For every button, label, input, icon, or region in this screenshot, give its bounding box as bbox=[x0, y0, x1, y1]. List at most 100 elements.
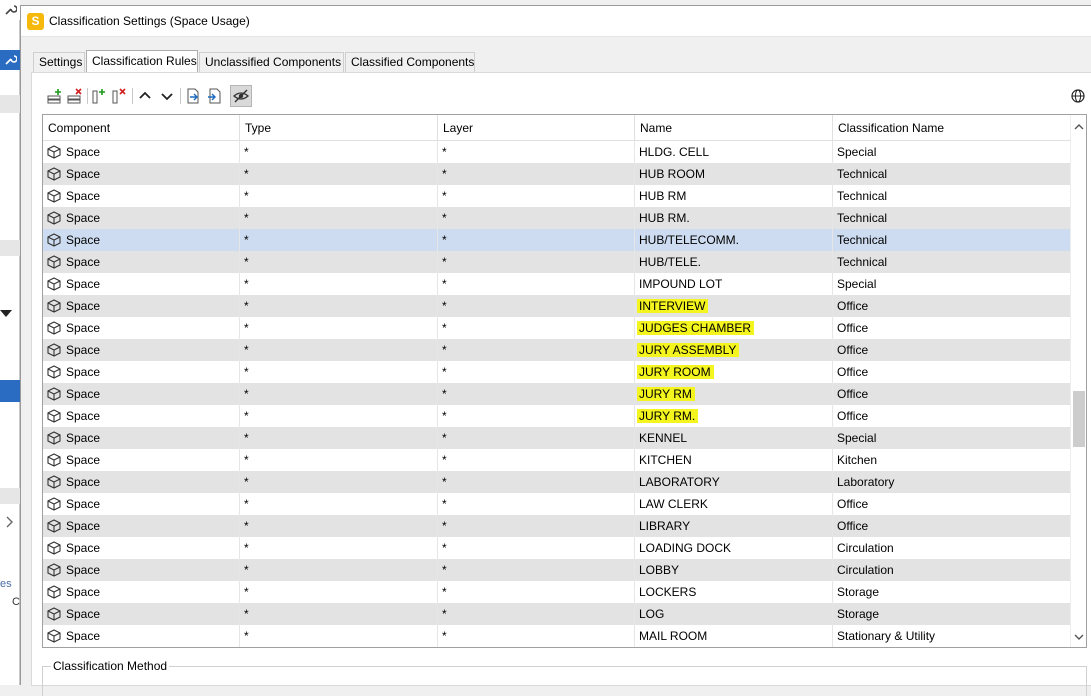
export-icon[interactable] bbox=[184, 87, 202, 105]
table-row[interactable]: Space * * LOCKERS Storage bbox=[43, 581, 1071, 603]
table-row[interactable]: Space * * HUB RM. Technical bbox=[43, 207, 1071, 229]
table-row[interactable]: Space * * LABORATORY Laboratory bbox=[43, 471, 1071, 493]
cell-name[interactable]: HUB RM. bbox=[635, 207, 833, 229]
cell-name[interactable]: JURY RM. bbox=[635, 405, 833, 427]
cell-name[interactable]: HUB RM bbox=[635, 185, 833, 207]
cell-name[interactable]: JURY ROOM bbox=[635, 361, 833, 383]
cell-name[interactable]: LOBBY bbox=[635, 559, 833, 581]
cell-classification-name[interactable]: Circulation bbox=[833, 559, 1071, 581]
cell-name[interactable]: INTERVIEW bbox=[635, 295, 833, 317]
cell-name[interactable]: JURY ASSEMBLY bbox=[635, 339, 833, 361]
cell-name[interactable]: JUDGES CHAMBER bbox=[635, 317, 833, 339]
move-down-icon[interactable] bbox=[158, 87, 176, 105]
cell-type[interactable]: * bbox=[240, 185, 438, 207]
table-row[interactable]: Space * * HUB/TELE. Technical bbox=[43, 251, 1071, 273]
cell-layer[interactable]: * bbox=[438, 229, 635, 251]
cell-classification-name[interactable]: Technical bbox=[833, 229, 1071, 251]
table-row[interactable]: Space * * LOBBY Circulation bbox=[43, 559, 1071, 581]
cell-classification-name[interactable]: Stationary & Utility bbox=[833, 625, 1071, 647]
cell-name[interactable]: LAW CLERK bbox=[635, 493, 833, 515]
cell-name[interactable]: MAIL ROOM bbox=[635, 625, 833, 647]
cell-name[interactable]: HUB/TELE. bbox=[635, 251, 833, 273]
table-row[interactable]: Space * * HUB/TELECOMM. Technical bbox=[43, 229, 1071, 251]
cell-type[interactable]: * bbox=[240, 361, 438, 383]
cell-component[interactable]: Space bbox=[43, 559, 240, 581]
table-row[interactable]: Space * * LOADING DOCK Circulation bbox=[43, 537, 1071, 559]
cell-layer[interactable]: * bbox=[438, 295, 635, 317]
table-row[interactable]: Space * * MAIL ROOM Stationary & Utility bbox=[43, 625, 1071, 647]
column-header-layer[interactable]: Layer bbox=[438, 115, 635, 141]
table-row[interactable]: Space * * HUB RM Technical bbox=[43, 185, 1071, 207]
cell-layer[interactable]: * bbox=[438, 603, 635, 625]
cell-layer[interactable]: * bbox=[438, 185, 635, 207]
column-header-classification-name[interactable]: Classification Name bbox=[833, 115, 1071, 141]
cell-type[interactable]: * bbox=[240, 581, 438, 603]
import-icon[interactable] bbox=[206, 87, 224, 105]
cell-layer[interactable]: * bbox=[438, 361, 635, 383]
cell-classification-name[interactable]: Office bbox=[833, 317, 1071, 339]
cell-type[interactable]: * bbox=[240, 405, 438, 427]
cell-type[interactable]: * bbox=[240, 317, 438, 339]
cell-classification-name[interactable]: Office bbox=[833, 339, 1071, 361]
cell-type[interactable]: * bbox=[240, 383, 438, 405]
cell-name[interactable]: KENNEL bbox=[635, 427, 833, 449]
cell-type[interactable]: * bbox=[240, 559, 438, 581]
cell-name[interactable]: HUB ROOM bbox=[635, 163, 833, 185]
column-header-type[interactable]: Type bbox=[240, 115, 438, 141]
cell-name[interactable]: KITCHEN bbox=[635, 449, 833, 471]
cell-component[interactable]: Space bbox=[43, 185, 240, 207]
tab-classification-rules[interactable]: Classification Rules bbox=[86, 50, 198, 73]
cell-name[interactable]: JURY RM bbox=[635, 383, 833, 405]
table-row[interactable]: Space * * KITCHEN Kitchen bbox=[43, 449, 1071, 471]
cell-name[interactable]: LABORATORY bbox=[635, 471, 833, 493]
cell-name[interactable]: LOG bbox=[635, 603, 833, 625]
table-row[interactable]: Space * * JURY RM. Office bbox=[43, 405, 1071, 427]
cell-type[interactable]: * bbox=[240, 339, 438, 361]
cell-layer[interactable]: * bbox=[438, 339, 635, 361]
cell-layer[interactable]: * bbox=[438, 427, 635, 449]
cell-component[interactable]: Space bbox=[43, 141, 240, 163]
table-row[interactable]: Space * * INTERVIEW Office bbox=[43, 295, 1071, 317]
cell-name[interactable]: IMPOUND LOT bbox=[635, 273, 833, 295]
cell-layer[interactable]: * bbox=[438, 449, 635, 471]
cell-classification-name[interactable]: Technical bbox=[833, 207, 1071, 229]
cell-component[interactable]: Space bbox=[43, 339, 240, 361]
cell-component[interactable]: Space bbox=[43, 471, 240, 493]
cell-classification-name[interactable]: Technical bbox=[833, 251, 1071, 273]
cell-layer[interactable]: * bbox=[438, 493, 635, 515]
table-row[interactable]: Space * * LAW CLERK Office bbox=[43, 493, 1071, 515]
cell-type[interactable]: * bbox=[240, 207, 438, 229]
column-header-component[interactable]: Component bbox=[43, 115, 240, 141]
cell-layer[interactable]: * bbox=[438, 163, 635, 185]
cell-component[interactable]: Space bbox=[43, 537, 240, 559]
table-row[interactable]: Space * * IMPOUND LOT Special bbox=[43, 273, 1071, 295]
cell-name[interactable]: HLDG. CELL bbox=[635, 141, 833, 163]
cell-component[interactable]: Space bbox=[43, 493, 240, 515]
cell-component[interactable]: Space bbox=[43, 229, 240, 251]
cell-name[interactable]: HUB/TELECOMM. bbox=[635, 229, 833, 251]
cell-layer[interactable]: * bbox=[438, 581, 635, 603]
cell-type[interactable]: * bbox=[240, 471, 438, 493]
scroll-down-icon[interactable] bbox=[1074, 631, 1084, 641]
column-header-name[interactable]: Name bbox=[635, 115, 833, 141]
cell-component[interactable]: Space bbox=[43, 625, 240, 647]
cell-classification-name[interactable]: Office bbox=[833, 295, 1071, 317]
cell-classification-name[interactable]: Office bbox=[833, 361, 1071, 383]
cell-type[interactable]: * bbox=[240, 295, 438, 317]
cell-component[interactable]: Space bbox=[43, 317, 240, 339]
table-row[interactable]: Space * * LOG Storage bbox=[43, 603, 1071, 625]
globe-icon[interactable] bbox=[1071, 89, 1085, 103]
scrollbar-thumb[interactable] bbox=[1073, 391, 1085, 447]
dropdown-arrow-icon[interactable] bbox=[0, 300, 20, 328]
tool-highlight-icon[interactable] bbox=[0, 50, 20, 70]
cell-classification-name[interactable]: Circulation bbox=[833, 537, 1071, 559]
chevron-right-icon[interactable] bbox=[0, 512, 20, 532]
delete-row-icon[interactable] bbox=[66, 87, 84, 105]
move-up-icon[interactable] bbox=[136, 87, 154, 105]
cell-layer[interactable]: * bbox=[438, 405, 635, 427]
scroll-up-icon[interactable] bbox=[1074, 121, 1084, 131]
add-row-icon[interactable] bbox=[46, 87, 64, 105]
vertical-scrollbar[interactable] bbox=[1070, 115, 1086, 647]
cell-type[interactable]: * bbox=[240, 427, 438, 449]
table-row[interactable]: Space * * JURY ASSEMBLY Office bbox=[43, 339, 1071, 361]
